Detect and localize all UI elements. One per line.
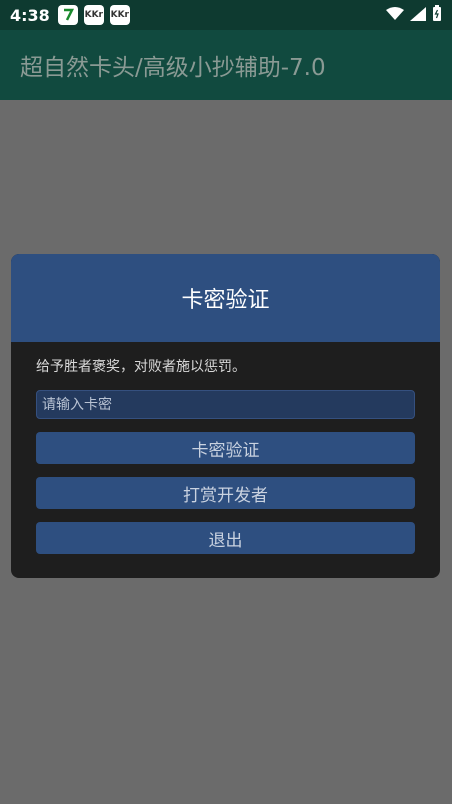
card-key-input[interactable] [36, 390, 415, 419]
wifi-icon [386, 6, 404, 25]
signal-icon [410, 6, 426, 25]
dialog-header: 卡密验证 [11, 254, 440, 342]
app-bar: 超自然卡头/高级小抄辅助-7.0 [0, 30, 452, 100]
dialog-body: 给予胜者褒奖，对败者施以惩罚。 卡密验证 打赏开发者 退出 [11, 342, 440, 554]
kr-notification-icon: KKr [109, 5, 130, 25]
battery-icon [432, 5, 442, 25]
app-title: 超自然卡头/高级小抄辅助-7.0 [20, 55, 326, 81]
status-time: 4:38 [10, 5, 50, 25]
exit-button[interactable]: 退出 [36, 522, 415, 554]
dialog-title: 卡密验证 [181, 288, 270, 313]
card-verification-dialog: 卡密验证 给予胜者褒奖，对败者施以惩罚。 卡密验证 打赏开发者 退出 [11, 254, 440, 578]
status-bar: 4:38 KKr KKr [0, 0, 452, 30]
app-notification-icon [57, 5, 78, 25]
verify-card-button[interactable]: 卡密验证 [36, 432, 415, 464]
donate-developer-button[interactable]: 打赏开发者 [36, 477, 415, 509]
kr-notification-icon: KKr [83, 5, 104, 25]
dialog-message: 给予胜者褒奖，对败者施以惩罚。 [36, 359, 246, 375]
